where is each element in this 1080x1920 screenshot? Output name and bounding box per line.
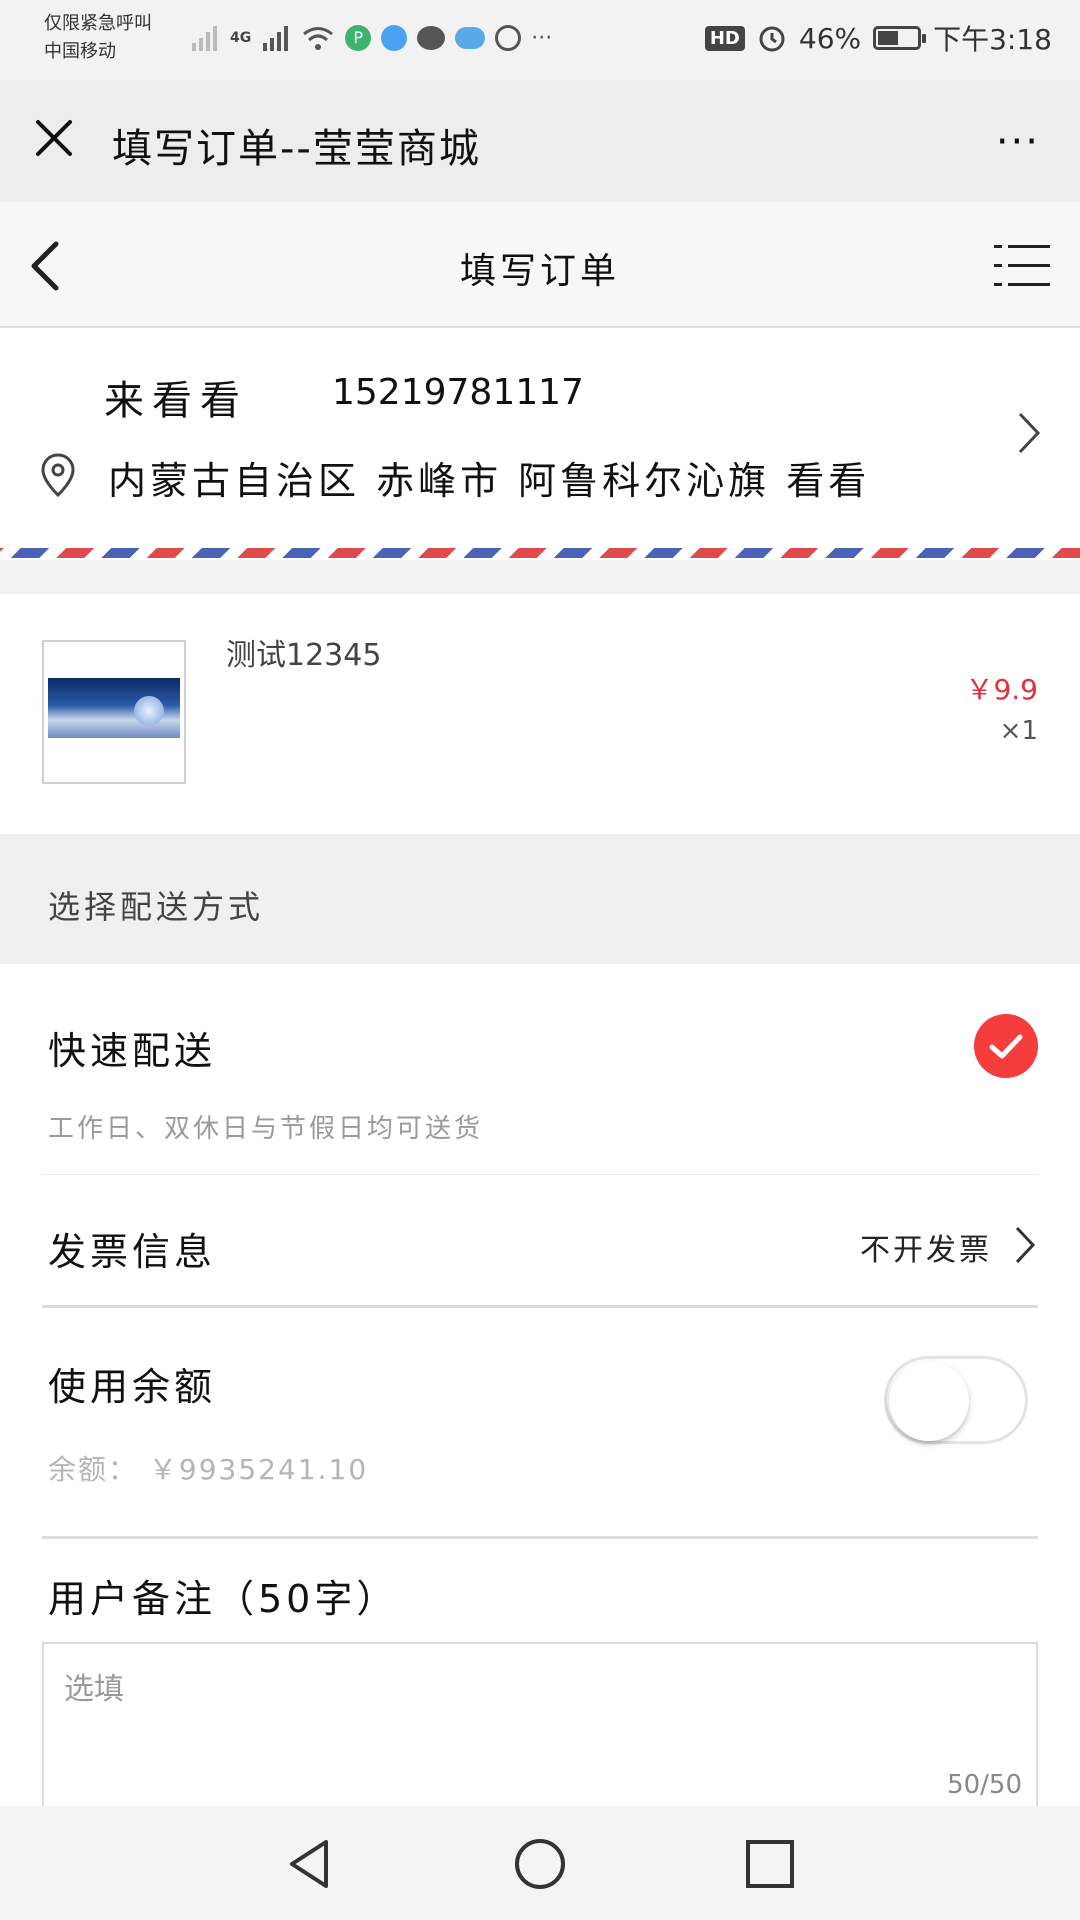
chat-icon [417, 26, 446, 50]
divider [42, 1536, 1038, 1539]
invoice-value: 不开发票 [860, 1233, 992, 1268]
recipient-phone: 15219781117 [332, 372, 584, 413]
checkmark-icon[interactable] [974, 1014, 1038, 1078]
cloud-icon [455, 27, 486, 49]
use-balance-toggle[interactable] [884, 1356, 1028, 1444]
clock: 下午3:18 [933, 23, 1052, 56]
menu-icon[interactable] [994, 242, 1050, 290]
status-icons-right: HD 46% 下午3:18 [704, 18, 1052, 58]
alarm-icon [759, 26, 785, 52]
more-icon: ··· [531, 25, 553, 51]
delivery-option-express[interactable]: 快速配送 工作日、双休日与节假日均可送货 [0, 964, 1080, 1174]
battery-percent: 46% [798, 21, 862, 55]
delivery-section-header: 选择配送方式 [0, 834, 1080, 964]
carrier-info: 仅限紧急呼叫 中国移动 [44, 10, 152, 66]
location-pin-icon [41, 453, 75, 498]
delivery-option-title: 快速配送 [48, 1029, 217, 1073]
status-icons-left: 4G P ··· [190, 18, 552, 58]
shield-icon [495, 25, 522, 51]
status-bar: 仅限紧急呼叫 中国移动 4G P ··· HD 46% 下午3:18 [0, 0, 1080, 80]
page-header: 填写订单 [0, 202, 1080, 328]
delivery-section-label: 选择配送方式 [48, 888, 265, 926]
nav-home-icon[interactable] [512, 1836, 568, 1892]
invoice-label: 发票信息 [48, 1230, 217, 1274]
signal-icon [263, 26, 289, 51]
network-type: 4G [230, 30, 252, 46]
remark-counter: 50/50 [947, 1770, 1022, 1800]
recipient-name: 来看看 [104, 378, 248, 424]
nav-back-icon[interactable] [282, 1836, 338, 1892]
carrier-line-1: 仅限紧急呼叫 [44, 13, 152, 34]
product-thumbnail [42, 640, 186, 784]
product-price: ￥9.9 [965, 673, 1038, 706]
product-quantity: ×1 [999, 716, 1038, 746]
delivery-option-desc: 工作日、双休日与节假日均可送货 [48, 1114, 484, 1144]
system-nav-bar [0, 1806, 1080, 1920]
balance-amount: 余额： ￥9935241.10 [48, 1453, 369, 1486]
balance-label: 使用余额 [48, 1365, 217, 1409]
chevron-right-icon [1018, 412, 1041, 454]
page-title: 填写订单 [459, 251, 620, 292]
carrier-line-2: 中国移动 [44, 41, 116, 62]
order-item: 测试12345 ￥9.9 ×1 [0, 594, 1080, 834]
envelope-stripe-divider [0, 548, 1080, 558]
remark-title: 用户备注（50字） [48, 1577, 399, 1621]
webview-title-bar: 填写订单--莹莹商城 ··· [0, 80, 1080, 202]
toggle-knob [889, 1361, 969, 1441]
signal-icon [192, 26, 217, 51]
shipping-address[interactable]: 来看看 15219781117 内蒙古自治区 赤峰市 阿鲁科尔沁旗 看看 [0, 328, 1080, 560]
balance-row: 使用余额 余额： ￥9935241.10 [0, 1308, 1080, 1536]
battery-icon [873, 26, 927, 50]
remark-input[interactable] [62, 1662, 1006, 1786]
browser-icon [381, 25, 408, 51]
nav-recents-icon[interactable] [742, 1836, 798, 1892]
address-detail: 内蒙古自治区 赤峰市 阿鲁科尔沁旗 看看 [108, 459, 871, 503]
hd-badge: HD [704, 25, 745, 51]
close-icon[interactable] [32, 116, 76, 160]
chevron-right-icon [1015, 1226, 1036, 1264]
invoice-row[interactable]: 发票信息 不开发票 [0, 1175, 1080, 1305]
section-gap [0, 560, 1080, 594]
webview-title: 填写订单--莹莹商城 [112, 126, 481, 172]
more-options-button[interactable]: ··· [996, 122, 1040, 162]
wifi-icon [303, 27, 334, 50]
app-icon: P [345, 25, 372, 51]
product-name: 测试12345 [226, 638, 382, 673]
